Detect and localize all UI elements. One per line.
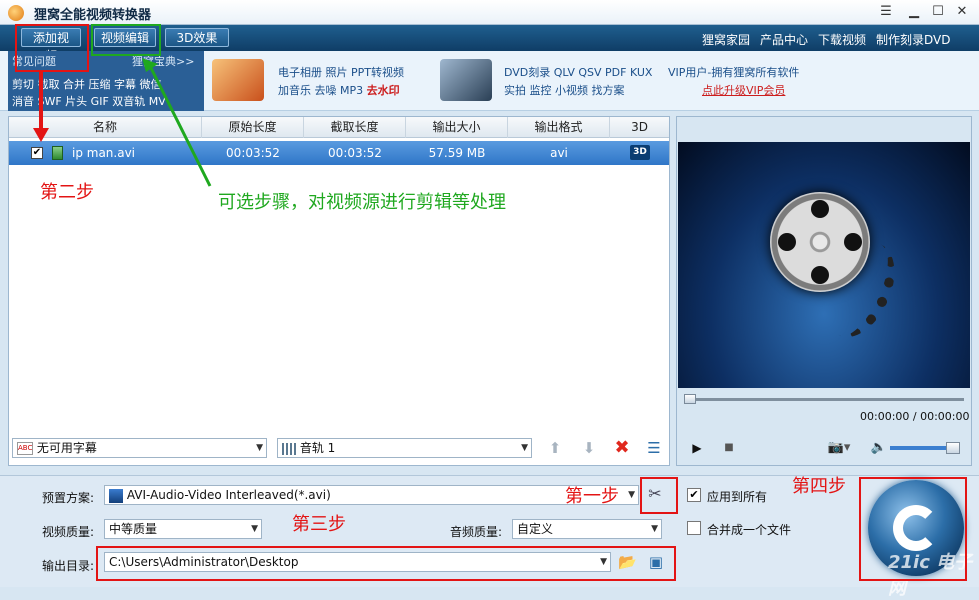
annotation-arrows (33, 58, 212, 187)
arrow-step2-head (33, 128, 49, 142)
annotation-step1: 第一步 (565, 486, 619, 507)
annotation-step4: 第四步 (792, 476, 846, 497)
annotation-optional: 可选步骤，对视频源进行剪辑等处理 (218, 192, 506, 213)
annotation-step2: 第二步 (40, 182, 94, 203)
arrow-optional-line (148, 65, 212, 187)
annotation-step3: 第三步 (292, 514, 346, 535)
arrow-optional-head (142, 58, 158, 72)
